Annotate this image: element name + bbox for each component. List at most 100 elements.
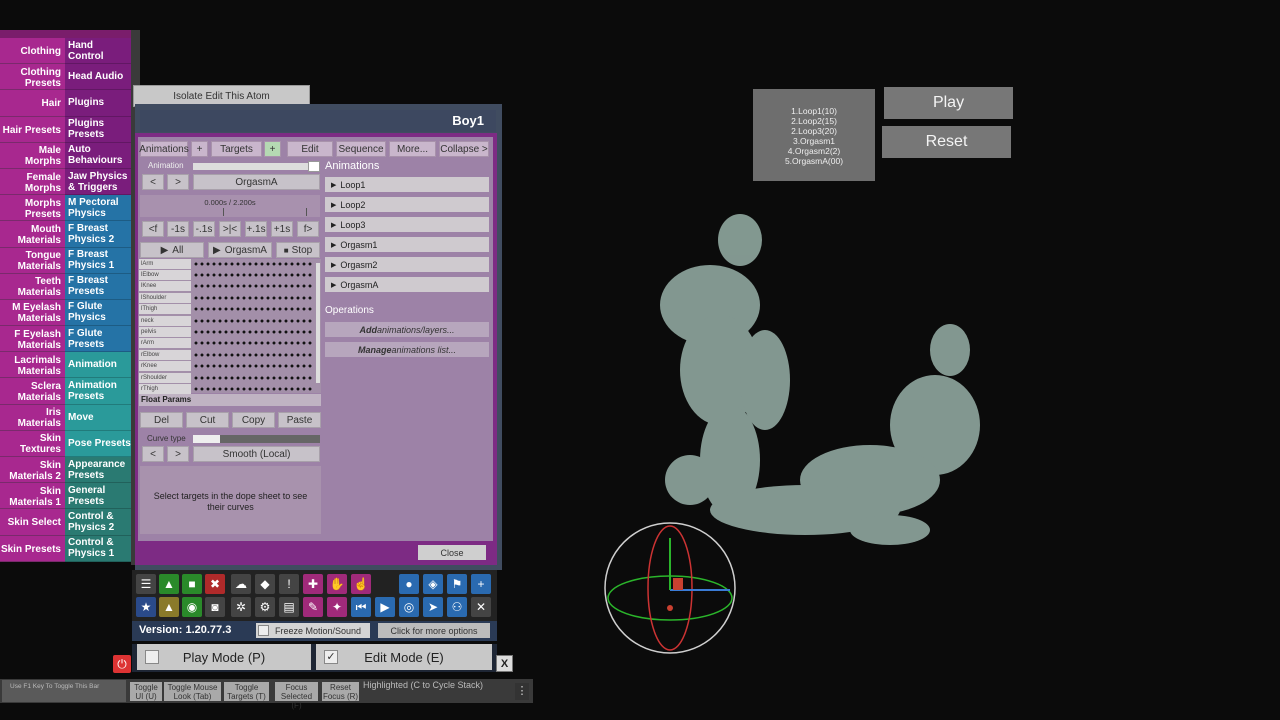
play-current-button[interactable]: ▶ OrgasmA xyxy=(208,242,272,258)
camera-icon[interactable]: ◙ xyxy=(205,597,225,617)
document-icon[interactable]: ▤ xyxy=(279,597,299,617)
dope-row[interactable]: lShoulder xyxy=(139,292,319,303)
dope-row[interactable]: lArm xyxy=(139,258,319,269)
close-panel-button[interactable]: Close xyxy=(418,545,486,560)
prev-animation-button[interactable]: < xyxy=(142,174,164,190)
paste-key-button[interactable]: Paste xyxy=(278,412,321,428)
cloud-icon[interactable]: ☁ xyxy=(231,574,251,594)
hand-icon[interactable]: ✋ xyxy=(327,574,347,594)
screenshot-icon[interactable]: ◉ xyxy=(182,597,202,617)
tab-left[interactable]: Male Morphs xyxy=(0,142,65,169)
play-icon[interactable]: ▶ xyxy=(375,597,395,617)
tab-left[interactable]: Clothing Presets xyxy=(0,64,65,91)
tab-left[interactable]: Clothing xyxy=(0,38,65,65)
freeze-motion-toggle[interactable]: Freeze Motion/Sound xyxy=(256,623,370,638)
tab-right[interactable]: Jaw Physics & Triggers xyxy=(65,168,131,196)
stop-button[interactable]: ■ Stop xyxy=(276,242,320,258)
power-icon[interactable]: ⏻ xyxy=(113,655,131,673)
animation-item[interactable]: ▶ Loop3 xyxy=(325,217,489,232)
tab-animations[interactable]: Animations xyxy=(139,141,189,157)
tab-right[interactable]: F Glute Presets xyxy=(65,326,131,353)
people-icon[interactable]: ⚇ xyxy=(447,597,467,617)
keyframes[interactable] xyxy=(193,385,313,394)
tab-sequence[interactable]: Sequence xyxy=(336,141,386,157)
person-add-icon[interactable]: ✚ xyxy=(303,574,323,594)
prev-curve-button[interactable]: < xyxy=(142,446,164,462)
menu-icon[interactable]: ☰ xyxy=(136,574,156,594)
keyframes[interactable] xyxy=(193,373,313,382)
play-button[interactable]: Play xyxy=(884,87,1013,119)
tab-right[interactable]: Auto Behaviours xyxy=(65,142,131,169)
tab-more[interactable]: More... xyxy=(389,141,436,157)
keyframes[interactable] xyxy=(193,259,313,268)
bottom-bar-button[interactable]: Reset Focus (R) xyxy=(322,682,359,701)
tab-left[interactable]: Female Morphs xyxy=(0,168,65,196)
animation-item[interactable]: ▶ OrgasmA xyxy=(325,277,489,292)
dope-scrollbar[interactable] xyxy=(316,263,320,383)
tab-targets[interactable]: Targets xyxy=(211,141,262,157)
keyframes[interactable] xyxy=(193,316,313,325)
curve-type-slider[interactable] xyxy=(193,435,320,443)
animation-slider[interactable] xyxy=(193,161,320,172)
animation-item[interactable]: ▶ Orgasm2 xyxy=(325,257,489,272)
tab-left[interactable]: Teeth Materials xyxy=(0,273,65,300)
wrench-icon[interactable]: ✦ xyxy=(327,597,347,617)
flag-icon[interactable]: ⚑ xyxy=(447,574,467,594)
add-target-button[interactable]: + xyxy=(264,141,281,157)
tab-right[interactable]: Plugins xyxy=(65,90,131,117)
bottom-bar-button[interactable]: Focus Selected (F) xyxy=(275,682,318,710)
tab-left[interactable]: M Eyelash Materials xyxy=(0,299,65,327)
bottom-bar-button[interactable]: Toggle Mouse Look (Tab) xyxy=(164,682,221,701)
next-animation-button[interactable]: > xyxy=(167,174,189,190)
step-button[interactable]: >|< xyxy=(219,221,241,237)
dope-row[interactable]: pelvis xyxy=(139,326,319,338)
bottom-bar-button[interactable]: Toggle UI (U) xyxy=(130,682,162,701)
tab-left[interactable]: Skin Select xyxy=(0,509,65,536)
person-icon[interactable]: ● xyxy=(399,574,419,594)
tab-right[interactable]: Animation xyxy=(65,352,131,379)
cut-key-button[interactable]: Cut xyxy=(186,412,229,428)
add-animations-button[interactable]: Add animations/layers... xyxy=(325,322,489,337)
delete-key-button[interactable]: Del xyxy=(140,412,183,428)
tab-right[interactable]: F Glute Physics xyxy=(65,299,131,327)
step-button[interactable]: <f xyxy=(142,221,164,237)
next-curve-button[interactable]: > xyxy=(167,446,189,462)
tab-right[interactable]: Move xyxy=(65,404,131,431)
close-ui-button[interactable]: X xyxy=(496,655,513,672)
tab-left[interactable]: Hair xyxy=(0,90,65,117)
hand-pointer-icon[interactable]: ☝ xyxy=(351,574,371,594)
delete-icon[interactable]: ✖ xyxy=(205,574,225,594)
step-button[interactable]: f> xyxy=(297,221,319,237)
scene-viewport[interactable] xyxy=(590,210,1010,670)
dope-row[interactable]: lElbow xyxy=(139,269,319,281)
tab-left[interactable]: Skin Materials 1 xyxy=(0,483,65,510)
keyframes[interactable] xyxy=(193,282,313,291)
tab-left[interactable]: F Eyelash Materials xyxy=(0,326,65,353)
dope-row[interactable]: lThigh xyxy=(139,304,319,315)
tab-left[interactable]: Hair Presets xyxy=(0,116,65,143)
tab-right[interactable]: Control & Physics 2 xyxy=(65,509,131,536)
keyframes[interactable] xyxy=(193,328,313,337)
tab-left[interactable]: Skin Textures xyxy=(0,430,65,457)
time-scrubber[interactable]: 0.000s / 2.200s xyxy=(140,195,320,217)
dope-row[interactable]: rShoulder xyxy=(139,372,319,383)
tab-right[interactable]: M Pectoral Physics xyxy=(65,195,131,222)
animation-select[interactable]: OrgasmA xyxy=(193,174,320,190)
target-icon[interactable]: ◎ xyxy=(399,597,419,617)
package-icon[interactable]: ◆ xyxy=(255,574,275,594)
settings-package-icon[interactable]: ⚙ xyxy=(255,597,275,617)
person-edit-icon[interactable]: ✎ xyxy=(303,597,323,617)
bottom-bar-button[interactable]: Toggle Targets (T) xyxy=(224,682,269,701)
play-all-button[interactable]: ▶ All xyxy=(140,242,204,258)
step-button[interactable]: +.1s xyxy=(245,221,267,237)
more-options-button[interactable]: Click for more options xyxy=(378,623,490,638)
tools-icon[interactable]: ✕ xyxy=(471,597,491,617)
cursor-icon[interactable]: ➤ xyxy=(423,597,443,617)
add-animation-button[interactable]: + xyxy=(191,141,208,157)
skip-start-icon[interactable]: ⏮ xyxy=(351,597,371,617)
tab-left[interactable]: Skin Presets xyxy=(0,535,65,562)
slider-handle[interactable] xyxy=(193,435,220,443)
step-button[interactable]: -1s xyxy=(167,221,189,237)
edit-mode-button[interactable]: ✓ Edit Mode (E) xyxy=(316,644,492,670)
tab-edit[interactable]: Edit xyxy=(287,141,333,157)
